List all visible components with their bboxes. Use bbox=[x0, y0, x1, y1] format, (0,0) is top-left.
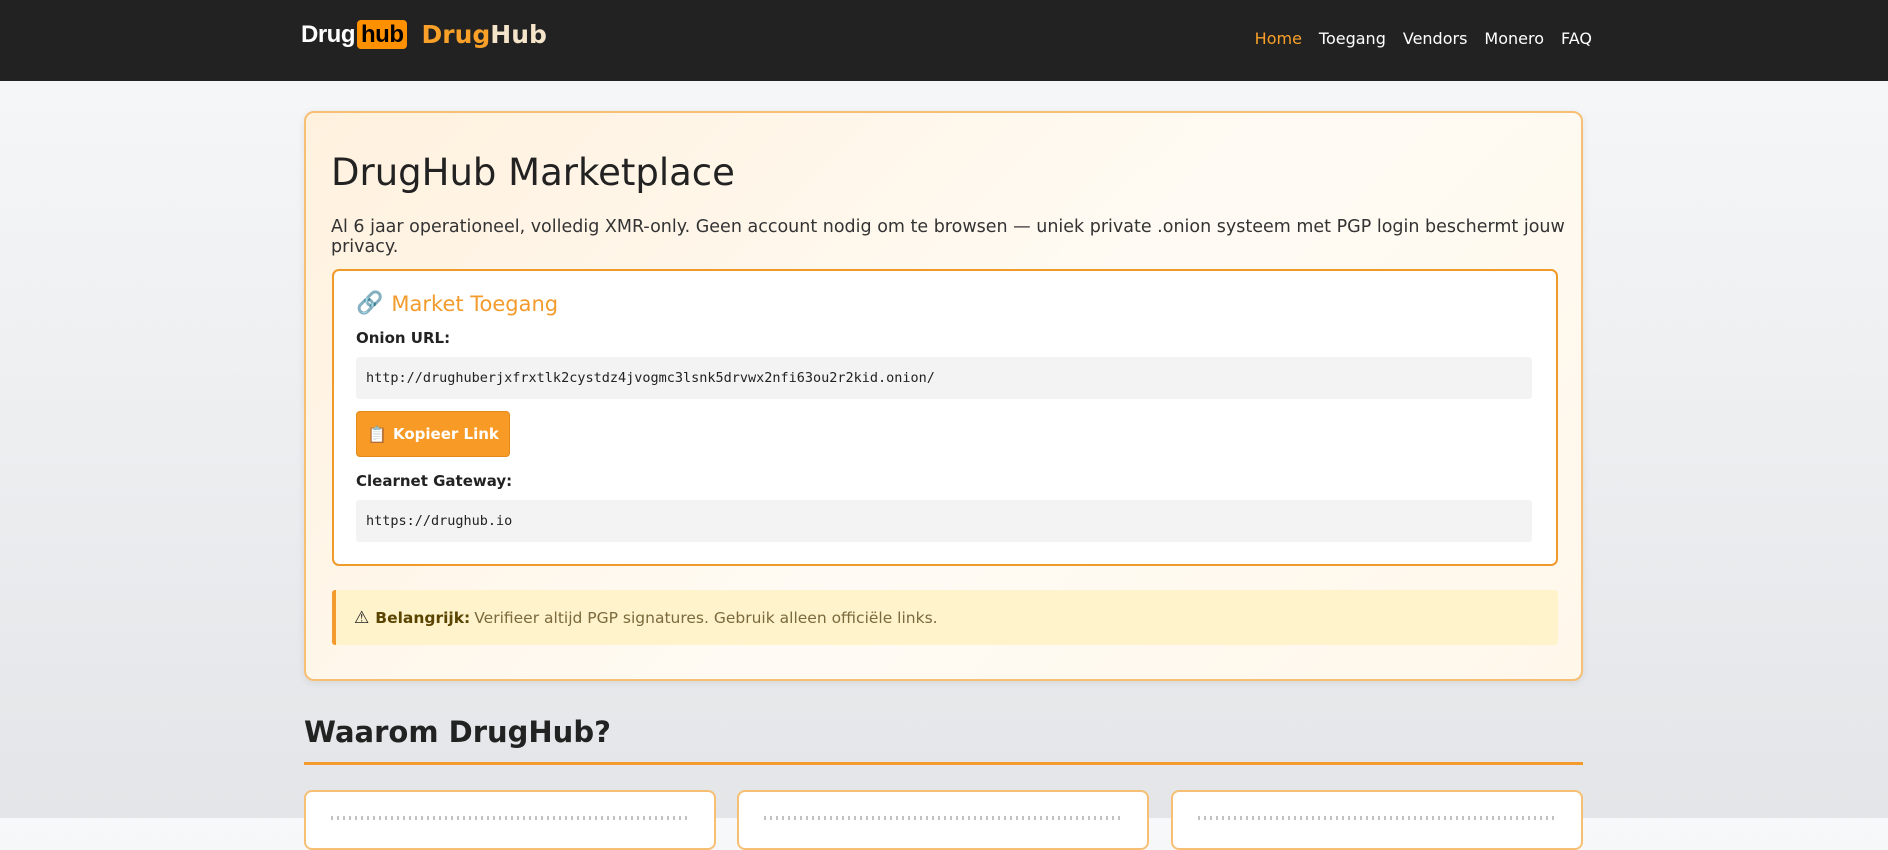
nav-vendors[interactable]: Vendors bbox=[1403, 29, 1468, 48]
feature-card-content bbox=[764, 816, 1124, 820]
nav-faq[interactable]: FAQ bbox=[1561, 29, 1592, 48]
notice-strong: Belangrijk: bbox=[375, 608, 471, 627]
onion-url-field[interactable]: http://drughuberjxfrxtlk2cystdz4jvogmc3l… bbox=[356, 357, 1532, 399]
notice-text: Verifieer altijd PGP signatures. Gebruik… bbox=[474, 608, 938, 627]
clipboard-icon: 📋 bbox=[367, 424, 388, 444]
link-icon: 🔗 bbox=[356, 291, 384, 316]
nav-toegang[interactable]: Toegang bbox=[1319, 29, 1386, 48]
logo-badge: Drug hub bbox=[301, 20, 408, 49]
feature-card-content bbox=[331, 816, 691, 820]
access-box: 🔗 Market Toegang Onion URL: http://drugh… bbox=[332, 269, 1558, 566]
site-logo[interactable]: Drug hub DrugHub bbox=[301, 20, 547, 49]
copy-link-label: Kopieer Link bbox=[393, 425, 499, 443]
feature-card bbox=[1171, 790, 1583, 850]
nav-monero[interactable]: Monero bbox=[1484, 29, 1544, 48]
feature-card-content bbox=[1198, 816, 1558, 820]
logo-hub-text: hub bbox=[357, 20, 408, 49]
onion-url-label: Onion URL: bbox=[356, 329, 451, 347]
clearnet-label: Clearnet Gateway: bbox=[356, 472, 513, 490]
brand-part1: Drug bbox=[421, 20, 491, 49]
top-navbar: Drug hub DrugHub Home Toegang Vendors Mon… bbox=[0, 0, 1888, 81]
important-notice: ⚠ Belangrijk: Verifieer altijd PGP signa… bbox=[332, 590, 1558, 645]
clearnet-url-field[interactable]: https://drughub.io bbox=[356, 500, 1532, 542]
logo-drug-text: Drug bbox=[301, 20, 356, 48]
page-title: DrugHub Marketplace bbox=[331, 151, 735, 194]
feature-card bbox=[304, 790, 716, 850]
nav-home[interactable]: Home bbox=[1255, 29, 1302, 48]
feature-card bbox=[737, 790, 1149, 850]
brand-name: DrugHub bbox=[421, 20, 546, 49]
brand-part2: Hub bbox=[490, 20, 547, 49]
access-title: 🔗 Market Toegang bbox=[356, 291, 558, 316]
hero-lead: Al 6 jaar operationeel, volledig XMR-onl… bbox=[331, 217, 1565, 257]
main-nav: Home Toegang Vendors Monero FAQ bbox=[1238, 29, 1592, 48]
hero-card: DrugHub Marketplace Al 6 jaar operatione… bbox=[304, 111, 1583, 681]
section-title: Waarom DrugHub? bbox=[304, 715, 611, 749]
section-divider bbox=[304, 762, 1583, 765]
warning-icon: ⚠ bbox=[354, 607, 370, 628]
copy-link-button[interactable]: 📋 Kopieer Link bbox=[356, 411, 510, 457]
access-title-text: Market Toegang bbox=[391, 291, 559, 316]
